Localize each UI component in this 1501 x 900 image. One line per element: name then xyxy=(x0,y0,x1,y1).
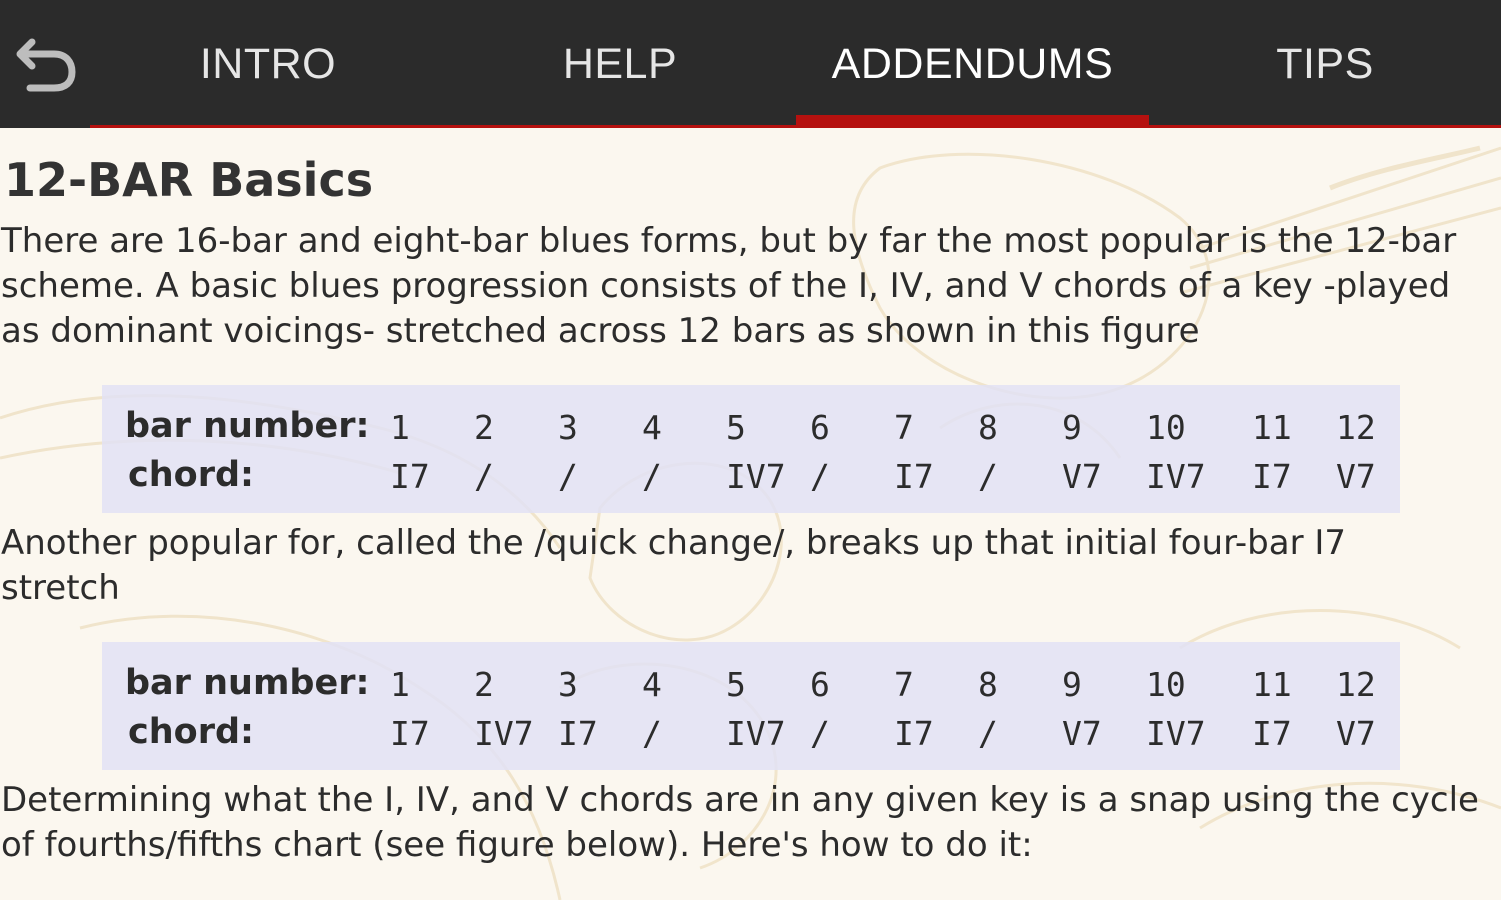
chord-cell: / xyxy=(642,457,662,496)
bar-number-cell: 5 xyxy=(726,665,746,704)
chord-cell: / xyxy=(642,714,662,753)
chord-cell: I7 xyxy=(894,457,934,496)
chord-cell: IV7 xyxy=(726,714,786,753)
bar-number-cell: 12 xyxy=(1336,665,1376,704)
paragraph-line: There are 16-bar and eight-bar blues for… xyxy=(1,221,1457,261)
chord-cell: / xyxy=(558,457,578,496)
chord-cell: IV7 xyxy=(1146,714,1206,753)
chord-cell: I7 xyxy=(390,457,430,496)
chord-cell: V7 xyxy=(1062,457,1102,496)
paragraph-line: scheme. A basic blues progression consis… xyxy=(1,266,1451,306)
tab-addendums[interactable]: ADDENDUMS xyxy=(796,0,1149,128)
page-heading: 12-BAR Basics xyxy=(4,153,374,207)
bar-number-cell: 7 xyxy=(894,408,914,447)
chord-cell: I7 xyxy=(1252,457,1292,496)
quick-change-paragraph: Another popular for, called the /quick c… xyxy=(1,521,1346,611)
chord-cell: I7 xyxy=(558,714,598,753)
bar-number-cell: 10 xyxy=(1146,665,1186,704)
paragraph-line: as dominant voicings- stretched across 1… xyxy=(1,311,1200,351)
bar-number-cell: 9 xyxy=(1062,408,1082,447)
bar-number-cell: 4 xyxy=(642,408,662,447)
bar-number-cell: 1 xyxy=(390,665,410,704)
bar-number-label: bar number: xyxy=(125,406,370,446)
chord-table-quick-change: bar number: chord: 1 I7 2 IV7 3 I7 4 / 5 IV7 6 / 7 I7… xyxy=(102,642,1400,770)
chord-cell: IV7 xyxy=(474,714,534,753)
bar-number-cell: 4 xyxy=(642,665,662,704)
paragraph-line: Another popular for, called the /quick c… xyxy=(1,523,1347,563)
chord-cell: I7 xyxy=(894,714,934,753)
chord-cell: / xyxy=(810,457,830,496)
tab-tips[interactable]: TIPS xyxy=(1220,0,1430,128)
top-tab-bar: INTRO HELP ADDENDUMS TIPS xyxy=(0,0,1501,128)
bar-number-cell: 11 xyxy=(1252,408,1292,447)
chord-cell: V7 xyxy=(1062,714,1102,753)
bar-number-label: bar number: xyxy=(125,663,370,703)
chord-cell: IV7 xyxy=(726,457,786,496)
intro-paragraph: There are 16-bar and eight-bar blues for… xyxy=(1,219,1456,354)
bar-number-cell: 11 xyxy=(1252,665,1292,704)
bar-number-cell: 12 xyxy=(1336,408,1376,447)
bar-number-cell: 8 xyxy=(978,665,998,704)
chord-cell: / xyxy=(978,714,998,753)
chord-cell: V7 xyxy=(1336,457,1376,496)
chord-cell: I7 xyxy=(390,714,430,753)
tab-intro[interactable]: INTRO xyxy=(150,0,386,128)
back-arrow-icon xyxy=(16,38,76,92)
bar-number-cell: 2 xyxy=(474,408,494,447)
bar-number-cell: 1 xyxy=(390,408,410,447)
chord-table-basic: bar number: chord: 1 I7 2 / 3 / 4 / 5 IV7 6 / 7 I7 8 / 9… xyxy=(102,385,1400,513)
cycle-paragraph: Determining what the I, IV, and V chords… xyxy=(1,778,1479,868)
back-button[interactable] xyxy=(10,32,82,96)
chord-cell: / xyxy=(978,457,998,496)
chord-cell: V7 xyxy=(1336,714,1376,753)
bar-number-cell: 10 xyxy=(1146,408,1186,447)
paragraph-line: Determining what the I, IV, and V chords… xyxy=(1,780,1479,820)
paragraph-line: stretch xyxy=(1,568,120,608)
bar-number-cell: 8 xyxy=(978,408,998,447)
bar-number-cell: 3 xyxy=(558,665,578,704)
tab-help[interactable]: HELP xyxy=(500,0,740,128)
chord-cell: / xyxy=(810,714,830,753)
bar-number-cell: 6 xyxy=(810,665,830,704)
bar-number-cell: 9 xyxy=(1062,665,1082,704)
bar-number-cell: 2 xyxy=(474,665,494,704)
chord-cell: I7 xyxy=(1252,714,1292,753)
chord-label: chord: xyxy=(128,455,255,495)
bar-number-cell: 7 xyxy=(894,665,914,704)
chord-cell: / xyxy=(474,457,494,496)
active-tab-indicator xyxy=(796,115,1149,128)
chord-label: chord: xyxy=(128,712,255,752)
bar-number-cell: 6 xyxy=(810,408,830,447)
paragraph-line: of fourths/fifths chart (see figure belo… xyxy=(1,825,1033,865)
bar-number-cell: 3 xyxy=(558,408,578,447)
addendums-content[interactable]: 12-BAR Basics There are 16-bar and eight… xyxy=(0,128,1501,900)
chord-cell: IV7 xyxy=(1146,457,1206,496)
bar-number-cell: 5 xyxy=(726,408,746,447)
